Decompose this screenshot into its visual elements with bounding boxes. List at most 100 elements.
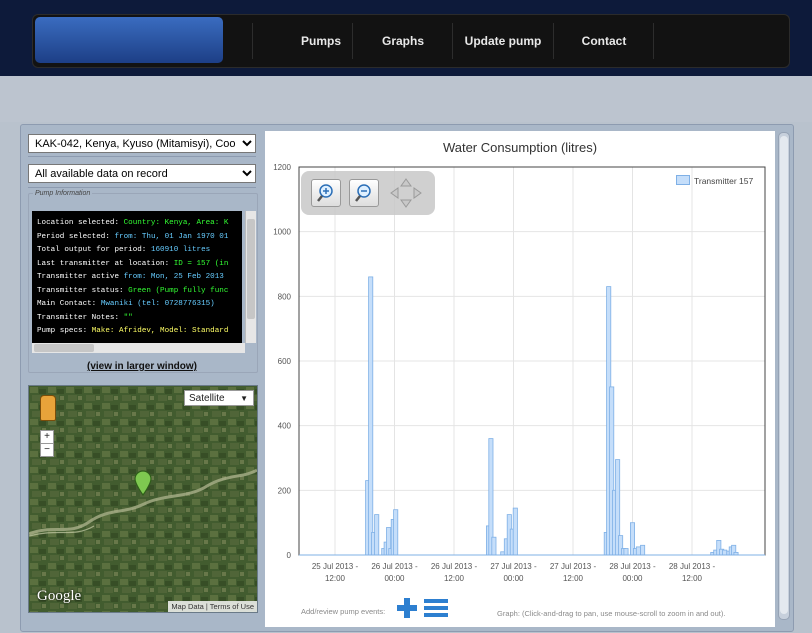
scroll-thumb[interactable]: [34, 344, 94, 352]
street-view-pegman-icon[interactable]: [40, 395, 56, 421]
y-tick-label: 600: [278, 357, 292, 366]
legend-label: Transmitter 157: [694, 176, 754, 186]
console-line: Main Contact: Mwaniki (tel: 0728776315): [37, 298, 242, 312]
pump-location-marker-icon[interactable]: [134, 470, 152, 496]
map-type-label: Satellite: [189, 393, 225, 404]
pump-info-console: Location selected: Country: Kenya, Area:…: [32, 211, 242, 343]
zoom-in-icon: [317, 184, 333, 202]
satellite-map[interactable]: + − Satellite ▼ Google Map Data | Terms …: [28, 385, 258, 613]
map-footer-links[interactable]: Map Data | Terms of Use: [168, 601, 257, 612]
scroll-thumb[interactable]: [780, 136, 788, 614]
x-tick-label: 28 Jul 2013 -: [609, 562, 656, 571]
x-tick-label: 12:00: [444, 574, 465, 583]
view-larger-window-link[interactable]: (view in larger window): [28, 361, 256, 372]
review-pump-events-icon[interactable]: [424, 598, 448, 618]
nav-home-block[interactable]: [35, 17, 223, 63]
bar: [393, 509, 399, 556]
bar: [635, 546, 641, 556]
google-logo: Google: [37, 588, 82, 604]
page-scrollbar[interactable]: [778, 132, 790, 620]
bar: [374, 514, 380, 556]
nav-item-graphs[interactable]: Graphs: [353, 15, 453, 67]
add-events-label: Add/review pump events:: [301, 607, 386, 616]
console-line: Location selected: Country: Kenya, Area:…: [37, 217, 242, 231]
console-text: Country: Kenya, Area: K: [123, 219, 229, 227]
console-text: Period selected:: [37, 232, 115, 241]
console-text: from: Thu, 01 Jan 1970 01: [114, 232, 229, 241]
console-text: Last transmitter at location:: [37, 259, 174, 268]
x-tick-label: 00:00: [622, 574, 643, 583]
scroll-thumb[interactable]: [247, 219, 255, 319]
map-zoom-in-button[interactable]: +: [40, 430, 54, 444]
console-text: Mwaniki (tel: 0728776315): [100, 300, 215, 308]
y-tick-label: 1200: [273, 163, 291, 172]
divider: [28, 187, 256, 188]
nav-separator: [251, 23, 253, 59]
console-text: Transmitter active: [37, 273, 124, 281]
x-tick-label: 28 Jul 2013 -: [669, 562, 716, 571]
y-tick-label: 400: [278, 422, 292, 431]
console-line: Total output for period: 160910 litres: [37, 244, 242, 258]
console-horizontal-scrollbar[interactable]: [32, 343, 245, 353]
divider: [28, 156, 256, 157]
x-tick-label: 00:00: [384, 574, 405, 583]
console-text: Main Contact:: [37, 300, 101, 308]
x-tick-label: 27 Jul 2013 -: [490, 562, 537, 571]
chevron-down-icon: ▼: [240, 394, 248, 403]
y-tick-label: 1000: [273, 228, 291, 237]
map-zoom-out-button[interactable]: −: [40, 443, 54, 457]
x-tick-label: 12:00: [563, 574, 584, 583]
x-tick-label: 12:00: [325, 574, 346, 583]
bar: [368, 276, 374, 556]
pump-information-box: Pump Information Location selected: Coun…: [28, 190, 258, 373]
add-pump-event-icon[interactable]: [396, 597, 418, 619]
map-imagery: [29, 386, 257, 612]
chart-zoom-controls: [301, 171, 435, 215]
bar: [722, 549, 728, 556]
map-type-select[interactable]: Satellite ▼: [184, 390, 254, 406]
main-navigation: Pumps Graphs Update pump Contact: [32, 14, 790, 68]
nav-item-contact[interactable]: Contact: [554, 15, 654, 67]
zoom-out-button[interactable]: [349, 179, 379, 207]
x-tick-label: 26 Jul 2013 -: [431, 562, 478, 571]
zoom-in-button[interactable]: [311, 179, 341, 207]
top-bar: Pumps Graphs Update pump Contact: [0, 0, 812, 76]
zoom-out-icon: [355, 184, 371, 202]
y-tick-label: 200: [278, 486, 292, 495]
console-line: Transmitter Notes: "": [37, 312, 242, 326]
console-text: "": [123, 313, 133, 322]
location-select[interactable]: KAK-042, Kenya, Kyuso (Mitamisyi), Coo: [28, 134, 256, 153]
x-tick-label: 12:00: [682, 574, 703, 583]
console-text: Pump specs:: [37, 327, 92, 335]
console-text: Total output for period:: [37, 246, 151, 254]
console-text: 160910 litres: [150, 246, 211, 254]
console-text: Location selected:: [37, 219, 124, 227]
x-tick-label: 00:00: [503, 574, 524, 583]
y-tick-label: 800: [278, 292, 292, 301]
y-tick-label: 0: [287, 551, 292, 560]
water-consumption-chart[interactable]: Water Consumption (litres) 0 200 400 600 800…: [265, 131, 775, 627]
nav-item-update-pump[interactable]: Update pump: [453, 15, 553, 67]
graph-help-text: Graph: (Click-and-drag to pan, use mouse…: [497, 609, 726, 618]
chart-legend[interactable]: Transmitter 157: [676, 175, 753, 186]
console-line: Transmitter active from: Mon, 25 Feb 201…: [37, 271, 242, 285]
legend-swatch: [676, 175, 690, 185]
bar: [623, 548, 629, 556]
period-select[interactable]: All available data on record: [28, 164, 256, 183]
console-line: Pump specs: Make: Afridev, Model: Standa…: [37, 325, 242, 339]
nav-separator: [652, 23, 654, 59]
console-text: Make: Afridev, Model: Standard: [91, 327, 229, 335]
pump-information-legend: Pump Information: [33, 190, 93, 197]
console-text: Transmitter Notes:: [37, 313, 124, 322]
console-text: ID = 157 (in: [173, 259, 229, 268]
console-text: Transmitter status:: [37, 286, 129, 295]
header-band: [0, 76, 812, 122]
pan-arrows-icon[interactable]: [389, 177, 423, 209]
bar: [491, 536, 497, 556]
x-tick-label: 26 Jul 2013 -: [371, 562, 418, 571]
bar: [640, 544, 646, 556]
bar: [512, 507, 518, 556]
console-vertical-scrollbar[interactable]: [245, 211, 256, 343]
console-line: Last transmitter at location: ID = 157 (…: [37, 258, 242, 272]
x-tick-label: 27 Jul 2013 -: [550, 562, 597, 571]
